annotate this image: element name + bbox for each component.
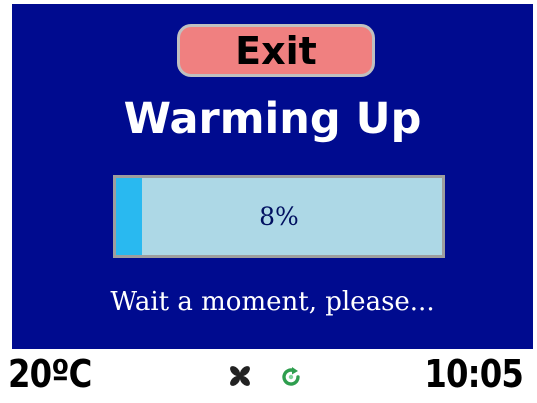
temperature-readout: 20ºC [8,352,92,396]
status-bar: 20ºC 10:05 [0,349,537,403]
refresh-icon [282,367,300,386]
clock-readout: 10:05 [424,352,523,396]
fan-icon [230,366,250,386]
exit-button[interactable]: Exit [177,24,375,77]
warmup-progress-bar: 8% [113,175,445,258]
progress-label: 8% [259,202,299,231]
wait-message: Wait a moment, please... [110,287,435,317]
page-title: Warming Up [123,94,422,144]
main-screen: Exit Warming Up 8% Wait a moment, please… [12,4,533,349]
